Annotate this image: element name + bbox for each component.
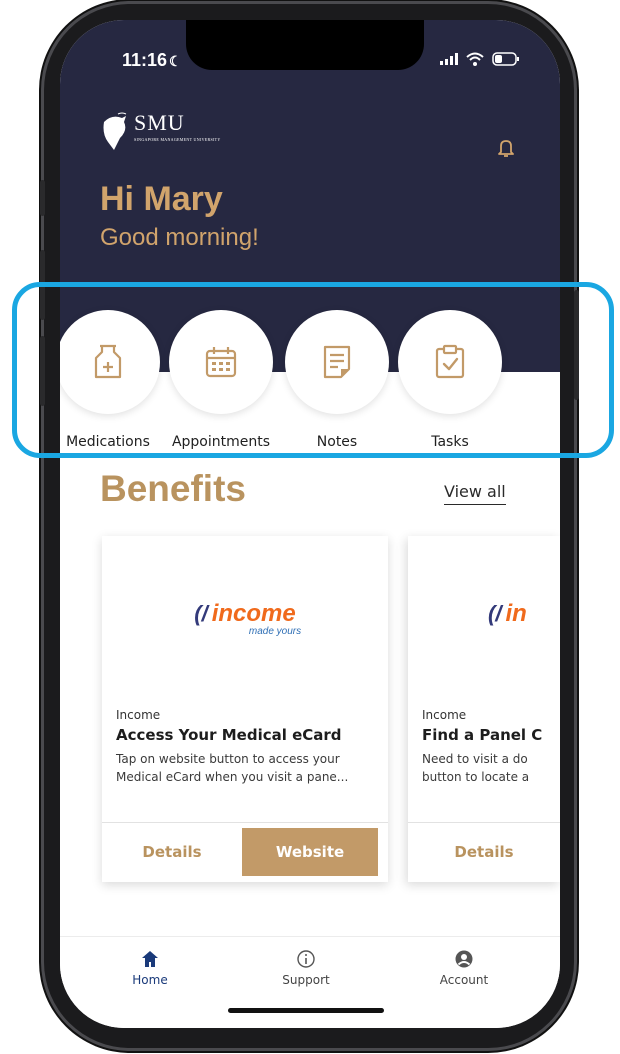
details-button[interactable]: Details [408,828,560,876]
nav-label: Home [132,973,168,987]
benefit-card[interactable]: (/income made yours Income Access Your M… [102,536,388,882]
appointments-circle[interactable] [169,310,273,414]
status-icons [440,52,520,66]
greeting-subtitle: Good morning! [100,224,259,251]
quick-action-appointments[interactable]: Appointments [161,310,281,450]
quick-action-medications[interactable]: Medications [60,310,168,450]
phone-volume-down [40,336,45,406]
income-logo-word: income [211,600,296,627]
income-logo-word: in [505,600,527,627]
logo-sub-text: SINGAPORE MANAGEMENT UNIVERSITY [134,137,221,142]
smu-logo: SMU SINGAPORE MANAGEMENT UNIVERSITY [100,112,234,152]
details-button[interactable]: Details [102,828,242,876]
notes-icon [323,345,351,379]
logo-main-text: SMU [134,110,185,135]
card-title: Find a Panel C [422,726,543,744]
quick-action-label: Appointments [171,434,271,450]
card-description: Tap on website button to access your Med… [116,752,349,784]
quick-action-label: Tasks [431,434,469,450]
app-screen: 11:16 ☾ SMU SINGAPORE MANAGEMENT UNIVERSI… [60,20,560,1028]
nav-label: Support [282,973,330,987]
smu-lion-icon [103,112,127,150]
nav-home[interactable]: Home [90,949,210,987]
income-logo-mark: (/ [488,601,502,626]
tasks-circle[interactable] [398,310,502,414]
signal-icon [440,53,458,65]
quick-actions-row: Medications Appointments Notes Tasks [60,310,560,450]
medication-bottle-icon [94,344,122,379]
notification-bell-button[interactable] [498,138,514,162]
calendar-icon [205,347,237,378]
battery-icon [492,52,519,66]
nav-label: Account [439,973,489,987]
card-divider [408,822,560,823]
card-provider: Income [116,708,161,722]
quick-action-label: Medications [66,434,150,450]
income-logo: (/in [488,600,560,628]
notes-circle[interactable] [285,310,389,414]
card-title: Access Your Medical eCard [116,726,342,744]
website-button[interactable]: Website [242,828,378,876]
income-logo-mark: (/ [194,601,208,626]
benefits-title: Benefits [100,468,246,509]
phone-volume-up [40,250,45,320]
benefit-card[interactable]: (/in Income Find a Panel C Need to visit… [408,536,560,882]
quick-action-notes[interactable]: Notes [277,310,397,450]
bottom-navigation: Home Support Account [60,936,560,1028]
do-not-disturb-icon: ☾ [169,53,182,69]
income-logo-tagline: made yours [248,626,302,637]
card-provider: Income [422,708,467,722]
benefits-carousel[interactable]: (/income made yours Income Access Your M… [60,536,560,898]
logo-text: SMU SINGAPORE MANAGEMENT UNIVERSITY [134,110,234,143]
account-icon [455,950,473,968]
income-logo: (/income made yours [102,600,388,637]
clipboard-check-icon [435,344,465,379]
card-description: Need to visit a do button to locate a [422,752,530,784]
info-icon [297,950,315,968]
nav-account[interactable]: Account [404,949,524,987]
phone-power-button [574,290,579,400]
bell-icon [498,140,514,157]
home-indicator [228,1008,384,1013]
phone-notch [186,20,424,70]
greeting-name: Hi Mary [100,180,223,218]
wifi-icon [466,52,484,66]
quick-action-tasks[interactable]: Tasks [390,310,510,450]
status-time: 11:16 ☾ [122,50,182,71]
nav-support[interactable]: Support [246,949,366,987]
status-time-text: 11:16 [122,50,168,70]
home-icon [142,951,158,967]
card-divider [102,822,388,823]
phone-side-button [40,180,45,216]
quick-action-label: Notes [316,434,358,450]
medications-circle[interactable] [60,310,160,414]
view-all-link[interactable]: View all [444,482,506,505]
